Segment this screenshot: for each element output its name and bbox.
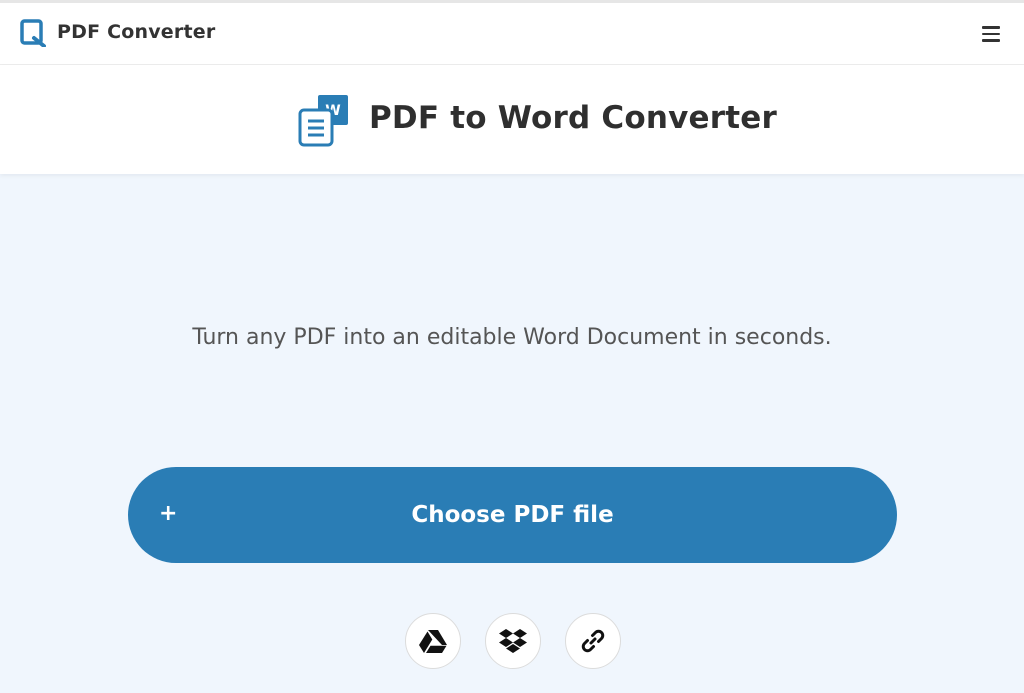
- hamburger-menu-icon[interactable]: [982, 23, 1002, 45]
- url-link-button[interactable]: [565, 613, 621, 669]
- page: PDF Converter W PDF to Word Converter Tu…: [0, 0, 1024, 693]
- choose-button-label: Choose PDF file: [411, 502, 614, 528]
- pdf-converter-logo-icon[interactable]: [20, 19, 46, 47]
- google-drive-icon: [419, 630, 447, 653]
- choose-pdf-file-button[interactable]: + Choose PDF file: [128, 467, 897, 563]
- plus-icon: +: [159, 501, 178, 526]
- google-drive-button[interactable]: [405, 613, 461, 669]
- dropbox-button[interactable]: [485, 613, 541, 669]
- title-band: W PDF to Word Converter: [0, 65, 1024, 174]
- tagline: Turn any PDF into an editable Word Docum…: [192, 325, 832, 350]
- dropbox-icon: [499, 629, 527, 653]
- upload-sources: [0, 613, 1024, 670]
- page-title: PDF to Word Converter: [369, 100, 777, 136]
- brand-name[interactable]: PDF Converter: [57, 21, 215, 43]
- pdf-to-word-icon: W: [298, 94, 352, 148]
- link-icon: [581, 629, 605, 653]
- top-nav: PDF Converter: [0, 0, 1024, 65]
